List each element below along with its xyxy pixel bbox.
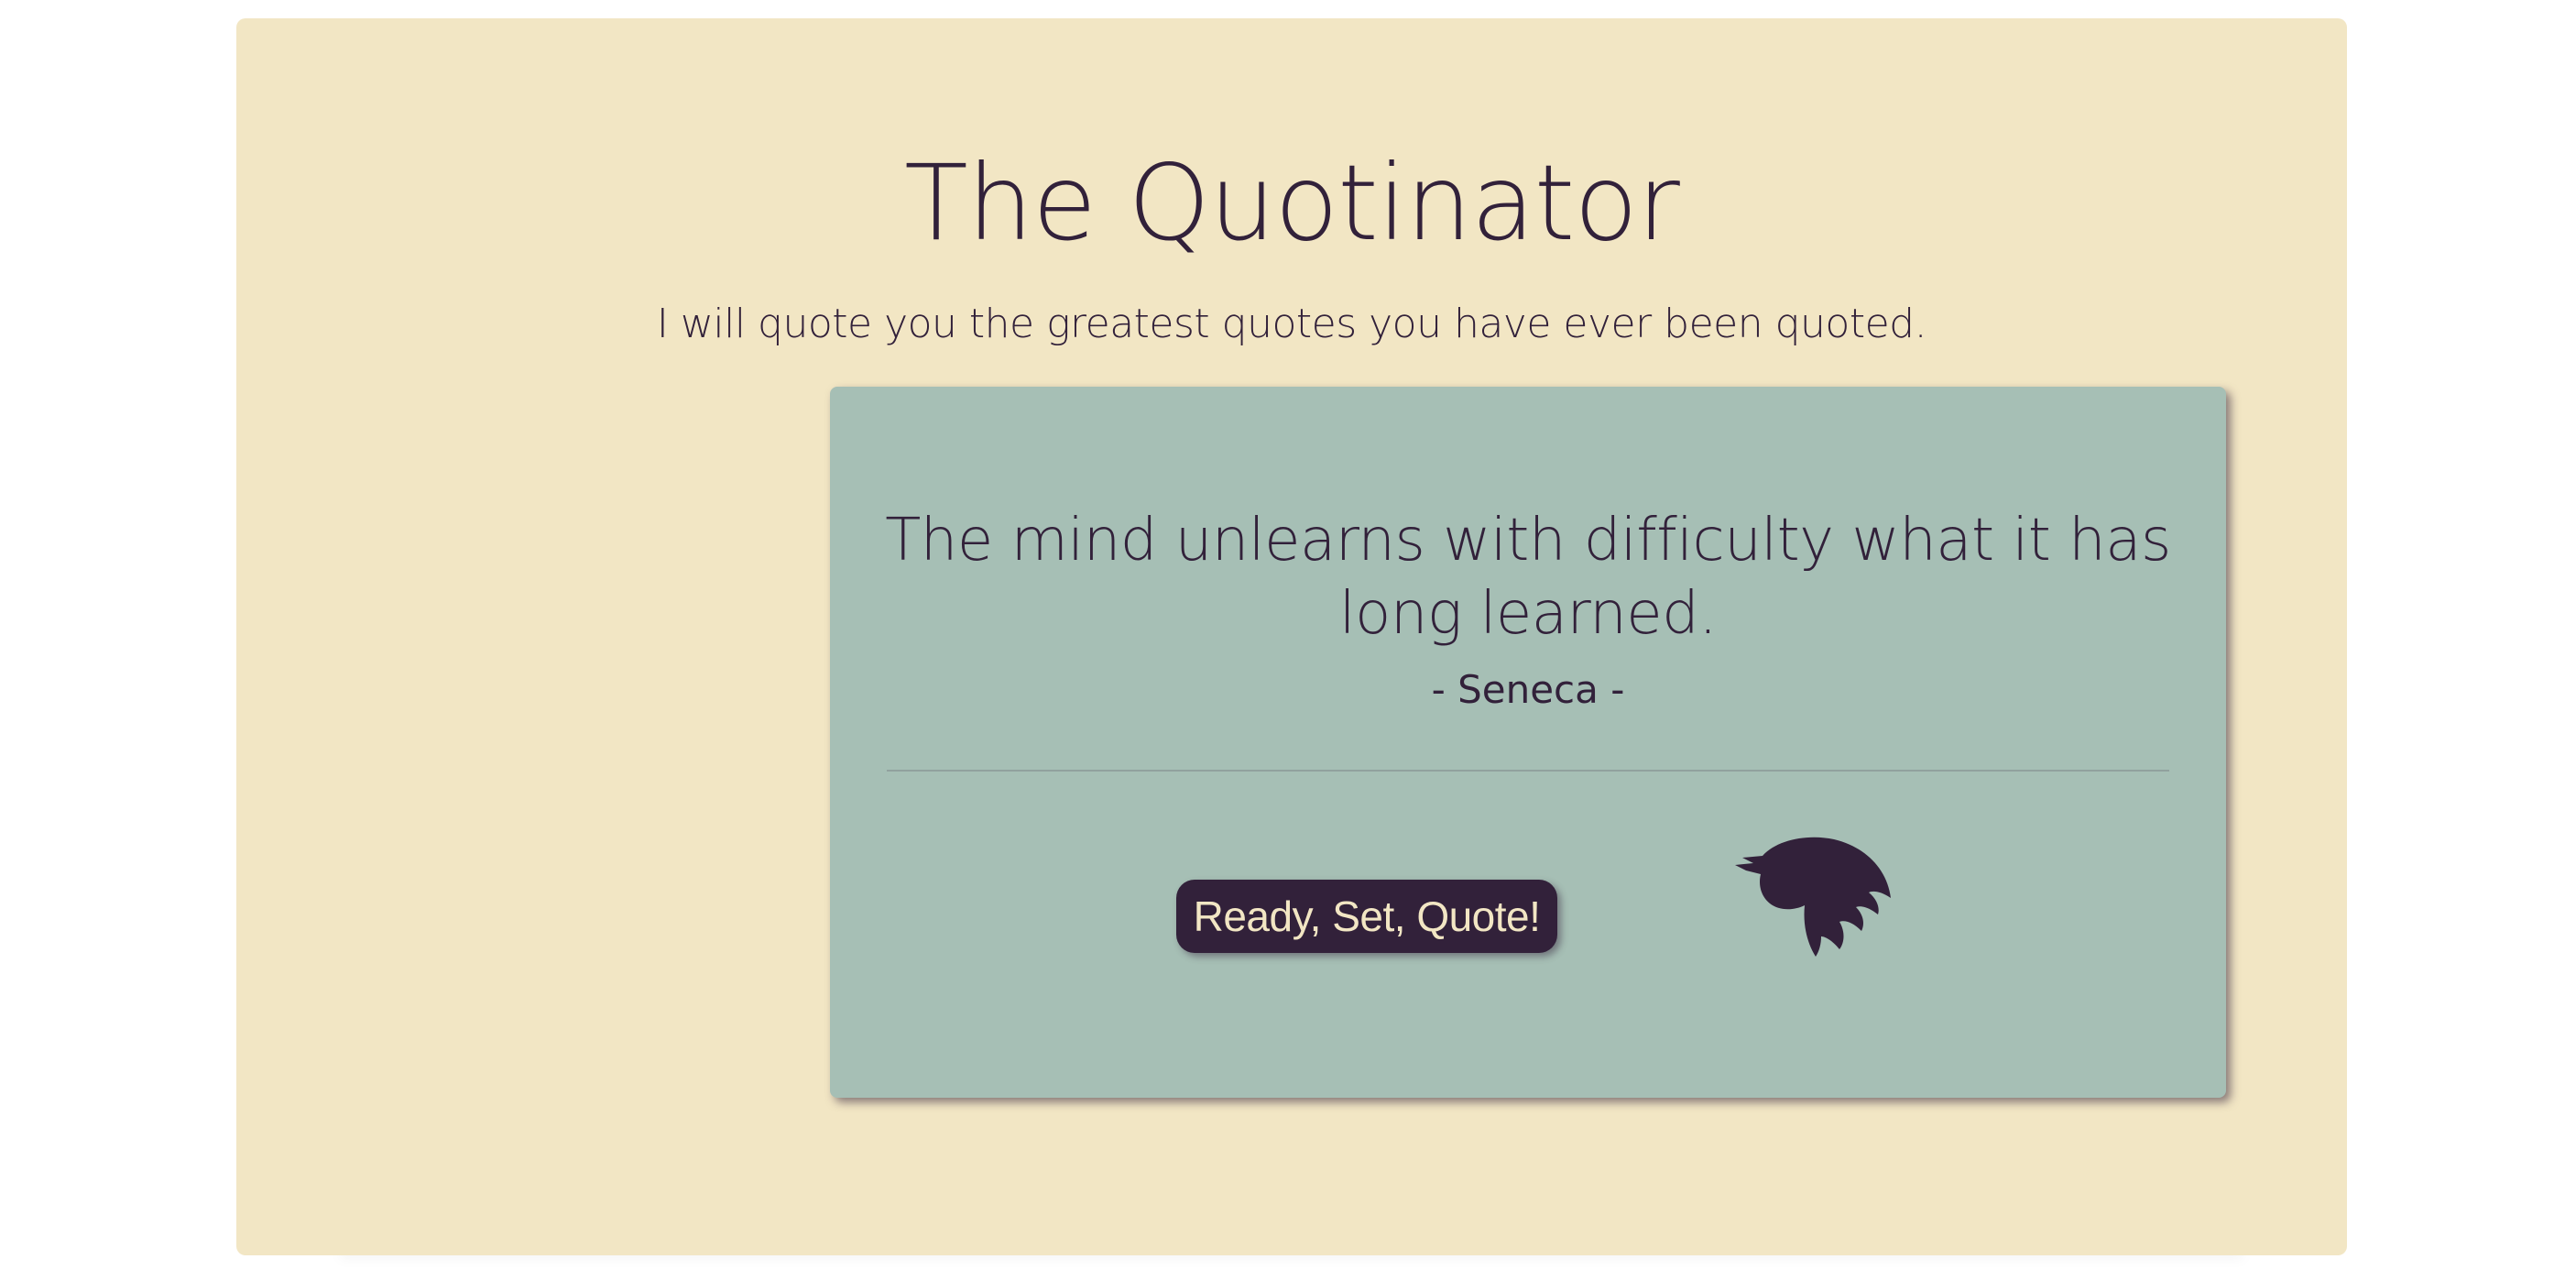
divider (887, 770, 2169, 772)
page-title: The Quotinator (904, 142, 1680, 264)
tweet-quote-button[interactable] (1733, 834, 1898, 958)
quote-card: The mind unlearns with difficulty what i… (830, 387, 2226, 1098)
page-container: The Quotinator I will quote you the grea… (236, 18, 2347, 1255)
twitter-bird-icon (1735, 837, 1891, 957)
quote-author: - Seneca - (1431, 667, 1625, 712)
quote-text: The mind unlearns with difficulty what i… (885, 507, 2171, 648)
new-quote-button[interactable]: Ready, Set, Quote! (1176, 880, 1557, 953)
page-subtitle: I will quote you the greatest quotes you… (656, 301, 1927, 347)
